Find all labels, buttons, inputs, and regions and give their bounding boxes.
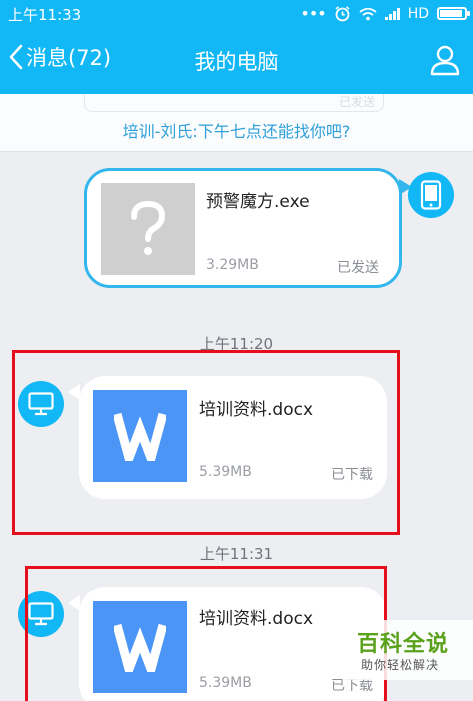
status-time: 上午11:33 — [8, 6, 82, 24]
message-timestamp: 上午11:31 — [199, 545, 274, 563]
previous-message-preview: 已发送 — [84, 94, 384, 112]
file-name: 预警魔方.exe — [206, 192, 310, 212]
battery-icon — [437, 7, 470, 20]
battery-fill — [440, 10, 462, 17]
back-label: 消息(72) — [26, 46, 112, 70]
phone-icon — [420, 180, 442, 210]
my-device-avatar[interactable] — [408, 172, 454, 218]
signal-icon — [384, 7, 400, 20]
network-label: HD — [407, 5, 429, 22]
watermark: 百科全说 助你轻松解决 — [343, 620, 473, 680]
chevron-left-icon — [9, 44, 23, 70]
nav-bar: 消息(72) 我的电脑 — [0, 28, 473, 94]
profile-button[interactable] — [429, 44, 461, 80]
question-mark-icon — [101, 183, 195, 275]
alarm-icon — [335, 6, 350, 22]
file-status: 已发送 — [337, 260, 379, 276]
file-message-sent[interactable]: 预警魔方.exe 3.29MB 已发送 — [84, 168, 412, 288]
watermark-title: 百科全说 — [357, 632, 450, 657]
watermark-subtitle: 助你轻松解决 — [361, 658, 440, 672]
status-icons: ••• HD — [300, 4, 470, 23]
more-dots-icon: ••• — [300, 4, 326, 23]
status-bar: 上午11:33 ••• HD — [0, 0, 473, 28]
back-button[interactable]: 消息(72) — [8, 42, 111, 72]
previous-message-status: 已发送 — [338, 95, 375, 109]
wifi-icon — [359, 7, 377, 20]
file-size: 3.29MB — [206, 257, 259, 273]
notice-text[interactable]: 培训-刘氏:下午七点还能找你吧? — [0, 118, 473, 142]
highlight-box — [12, 350, 400, 535]
message-notice: 已发送 培训-刘氏:下午七点还能找你吧? — [0, 94, 473, 152]
person-icon — [430, 45, 460, 76]
highlight-box — [25, 566, 387, 701]
